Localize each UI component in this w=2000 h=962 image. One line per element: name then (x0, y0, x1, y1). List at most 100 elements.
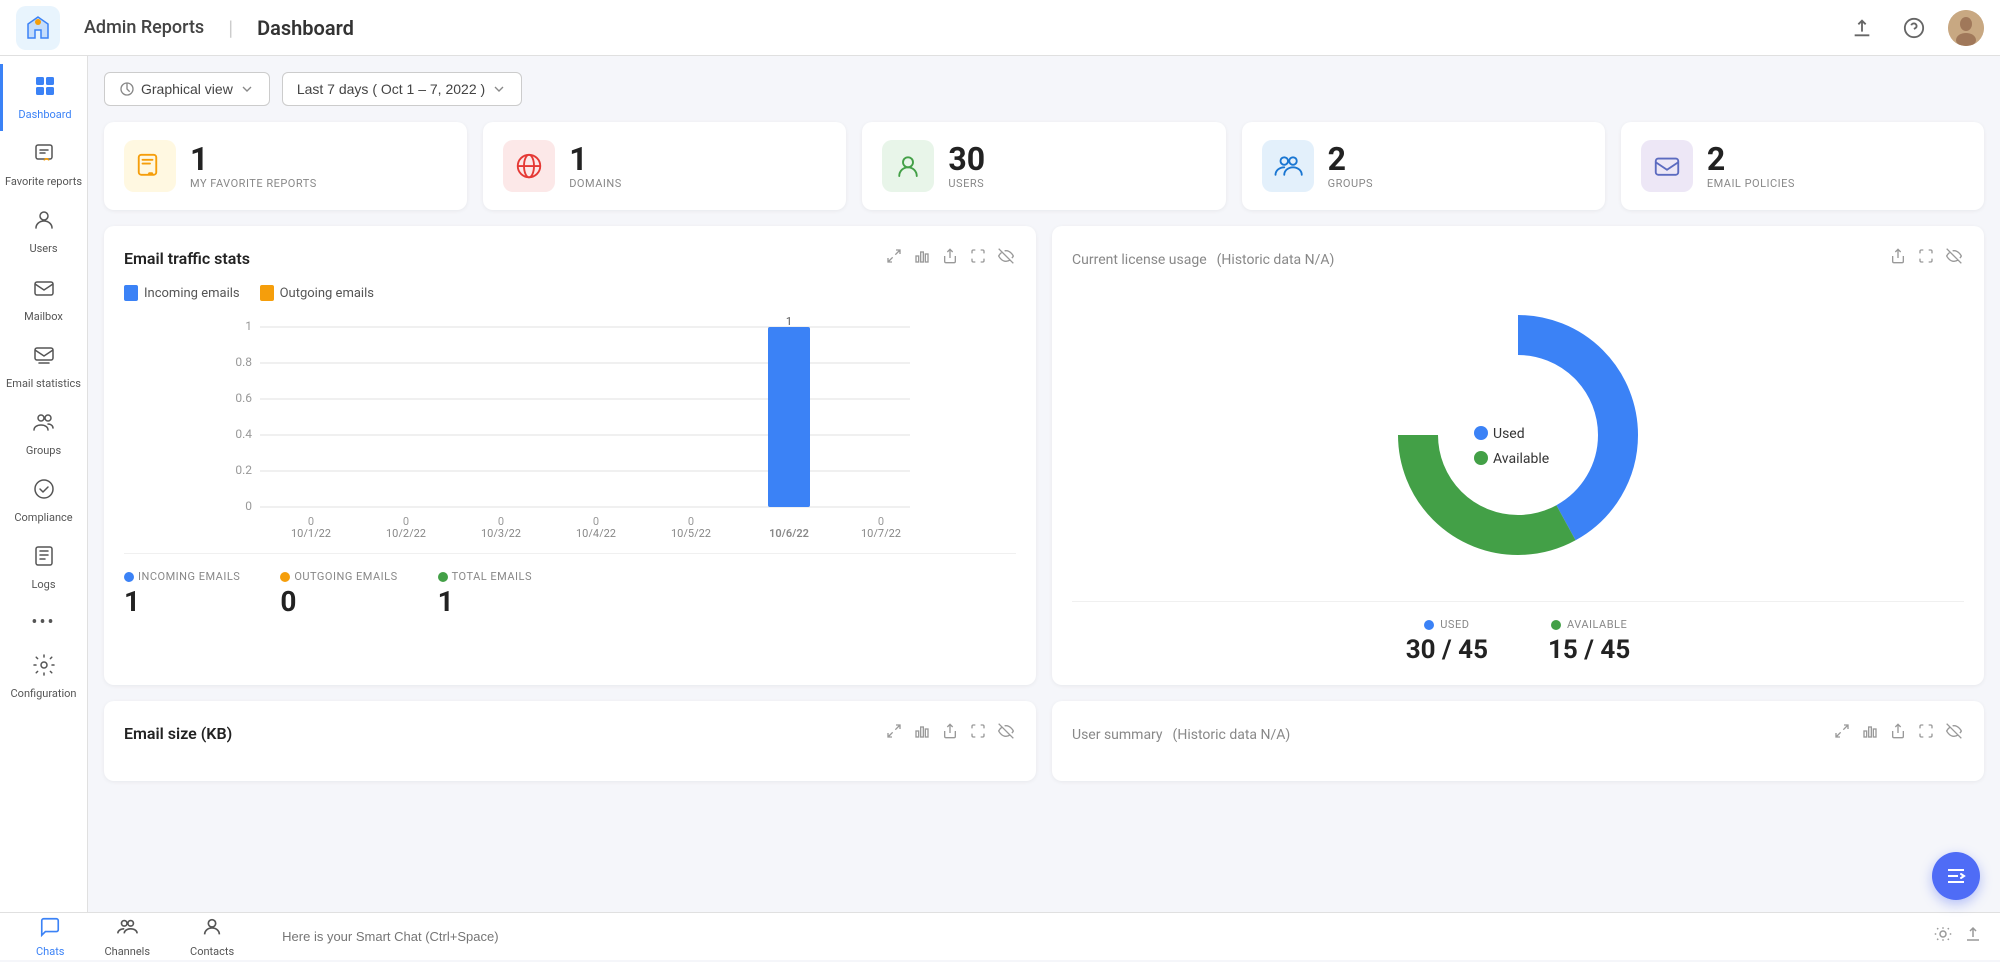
chart-stats: INCOMING EMAILS 1 OUTGOING EMAILS 0 (124, 553, 1016, 618)
upload-button[interactable] (1844, 10, 1880, 46)
total-emails-label: TOTAL EMAILS (452, 570, 532, 583)
help-button[interactable] (1896, 10, 1932, 46)
email-size-fullscreen-icon[interactable] (968, 721, 988, 746)
user-summary-share-icon[interactable] (1888, 721, 1908, 746)
stat-card-users: 30 USERS (862, 122, 1225, 210)
stat-card-domains: 1 DOMAINS (483, 122, 846, 210)
sidebar-item-groups[interactable]: Groups (0, 400, 87, 467)
header-divider: | (228, 16, 233, 40)
total-emails-value: 1 (438, 585, 532, 618)
stat-number-groups: 2 (1328, 143, 1373, 175)
share-icon[interactable] (940, 246, 960, 271)
chart-stat-total: TOTAL EMAILS 1 (438, 570, 532, 618)
sidebar-label-config: Configuration (11, 687, 77, 700)
sidebar-item-dashboard[interactable]: Dashboard (0, 64, 87, 131)
svg-text:0.6: 0.6 (235, 391, 252, 405)
legend-label-outgoing: Outgoing emails (280, 286, 374, 301)
stat-label-groups: GROUPS (1328, 177, 1373, 190)
groups-stat-icon (1262, 140, 1314, 192)
user-summary-hide-icon[interactable] (1944, 721, 1964, 746)
stat-label-users: USERS (948, 177, 985, 190)
svg-text:10/2/22: 10/2/22 (386, 527, 426, 537)
incoming-emails-label: INCOMING EMAILS (138, 570, 240, 583)
stat-number-domains: 1 (569, 143, 622, 175)
chats-tab-icon (39, 916, 61, 943)
email-size-share-icon[interactable] (940, 721, 960, 746)
sidebar-label-groups: Groups (26, 444, 61, 457)
outgoing-dot (280, 572, 290, 582)
email-size-header: Email size (KB) (124, 721, 1016, 746)
date-range-label: Last 7 days ( Oct 1 – 7, 2022 ) (297, 81, 485, 97)
email-size-actions (884, 721, 1016, 746)
svg-text:10/1/22: 10/1/22 (291, 527, 331, 537)
user-avatar[interactable] (1948, 10, 1984, 46)
more-icon: ••• (31, 612, 55, 633)
graphical-view-button[interactable]: Graphical view (104, 72, 270, 106)
sidebar-item-mailbox[interactable]: Mailbox (0, 266, 87, 333)
license-title: Current license usage (Historic data N/A… (1072, 249, 1334, 268)
bottom-bar-settings-icon[interactable] (1932, 923, 1954, 950)
license-used-stat: USED 30 / 45 (1406, 618, 1488, 665)
used-value: 30 / 45 (1406, 635, 1488, 665)
email-policies-stat-icon (1641, 140, 1693, 192)
tab-contacts[interactable]: Contacts (170, 912, 254, 962)
license-share-icon[interactable] (1888, 246, 1908, 271)
user-summary-fullscreen-icon[interactable] (1916, 721, 1936, 746)
expand-icon[interactable] (884, 246, 904, 271)
user-summary-bar-icon[interactable] (1860, 721, 1880, 746)
bar-chart-icon[interactable] (912, 246, 932, 271)
header-icons (1844, 10, 1984, 46)
tab-chats[interactable]: Chats (16, 912, 84, 962)
available-label: AVAILABLE (1567, 618, 1627, 631)
email-size-bar-icon[interactable] (912, 721, 932, 746)
chats-tab-label: Chats (36, 945, 64, 958)
email-size-hide-icon[interactable] (996, 721, 1016, 746)
users-icon (32, 208, 56, 238)
sidebar: Dashboard Favorite reports Users (0, 56, 88, 912)
sidebar-item-users[interactable]: Users (0, 198, 87, 265)
email-size-card: Email size (KB) (104, 701, 1036, 781)
users-stat-icon (882, 140, 934, 192)
mailbox-icon (32, 276, 56, 306)
content-area: Graphical view Last 7 days ( Oct 1 – 7, … (88, 56, 2000, 912)
stat-number-users: 30 (948, 143, 985, 175)
legend-bar-outgoing (260, 285, 274, 301)
svg-text:1: 1 (245, 319, 252, 333)
stats-row: 1 MY FAVORITE REPORTS 1 DOMAINS (104, 122, 1984, 210)
email-traffic-card: Email traffic stats (104, 226, 1036, 685)
license-fullscreen-icon[interactable] (1916, 246, 1936, 271)
email-size-title: Email size (KB) (124, 724, 232, 743)
smart-chat-input[interactable] (270, 921, 1916, 952)
svg-text:Used: Used (1493, 426, 1525, 442)
user-summary-expand-icon[interactable] (1832, 721, 1852, 746)
sidebar-label-dashboard: Dashboard (18, 108, 71, 121)
top-header: Admin Reports | Dashboard (0, 0, 2000, 56)
sidebar-item-favorite[interactable]: Favorite reports (0, 131, 87, 198)
chart-stat-incoming: INCOMING EMAILS 1 (124, 570, 240, 618)
license-chart-actions (1888, 246, 1964, 271)
page-title: Dashboard (257, 16, 354, 40)
email-size-expand-icon[interactable] (884, 721, 904, 746)
stat-label-favorite: MY FAVORITE REPORTS (190, 177, 317, 190)
sidebar-label-logs: Logs (31, 578, 55, 591)
user-summary-header: User summary (Historic data N/A) (1072, 721, 1964, 746)
email-traffic-header: Email traffic stats (124, 246, 1016, 271)
incoming-dot (124, 572, 134, 582)
sidebar-item-compliance[interactable]: Compliance (0, 467, 87, 534)
date-range-button[interactable]: Last 7 days ( Oct 1 – 7, 2022 ) (282, 72, 522, 106)
sidebar-item-logs[interactable]: Logs (0, 534, 87, 601)
donut-chart-container: Used Available (1072, 285, 1964, 585)
hide-icon[interactable] (996, 246, 1016, 271)
sidebar-item-email-stats[interactable]: Email statistics (0, 333, 87, 400)
sidebar-item-configuration[interactable]: Configuration (0, 643, 87, 710)
license-hide-icon[interactable] (1944, 246, 1964, 271)
total-dot (438, 572, 448, 582)
stat-card-favorite: 1 MY FAVORITE REPORTS (104, 122, 467, 210)
favorite-stat-icon (124, 140, 176, 192)
tab-channels[interactable]: Channels (84, 912, 170, 962)
bottom-bar-upload-icon[interactable] (1962, 923, 1984, 950)
fab-button[interactable] (1932, 852, 1980, 900)
sidebar-item-more[interactable]: ••• (0, 602, 87, 643)
fullscreen-icon[interactable] (968, 246, 988, 271)
legend-bar-incoming (124, 285, 138, 301)
